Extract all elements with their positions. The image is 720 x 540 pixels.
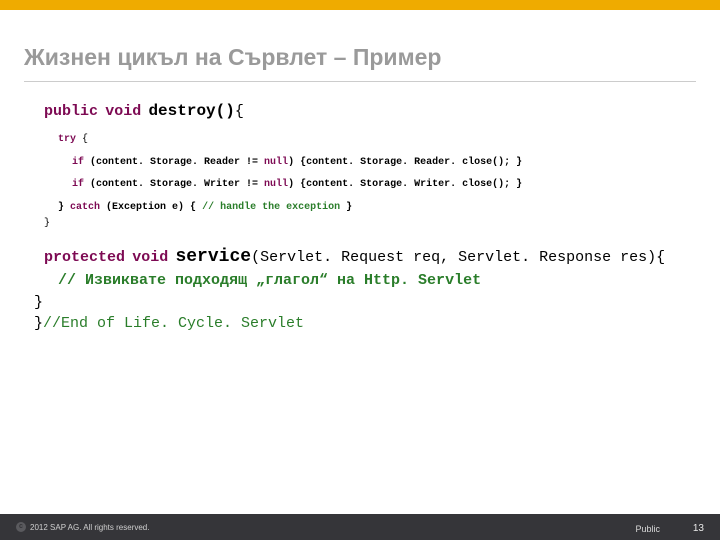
code-line: }//End of Life. Cycle. Servlet — [24, 313, 696, 335]
brace: { — [76, 134, 88, 145]
cond: (content. Storage. Reader != — [84, 157, 264, 168]
code-line: if (content. Storage. Writer != null) {c… — [24, 178, 696, 193]
accent-bar — [0, 0, 720, 10]
copyright-text: 2012 SAP AG. All rights reserved. — [30, 523, 149, 532]
keyword-try: try — [58, 134, 76, 145]
keyword-null: null — [264, 157, 288, 168]
code-line: protected void service(Servlet. Request … — [24, 244, 696, 270]
brace: } — [44, 218, 50, 229]
copyright: c 2012 SAP AG. All rights reserved. — [0, 522, 149, 532]
code-line: } — [24, 292, 696, 314]
page-number: 13 — [693, 523, 704, 534]
args: (Exception e) { — [100, 202, 202, 213]
keyword-null: null — [264, 179, 288, 190]
cond: (content. Storage. Writer != — [84, 179, 264, 190]
comment: //End of Life. Cycle. Servlet — [43, 315, 304, 332]
brace: } — [34, 315, 43, 332]
code-line: // Извиквате подходящ „глагол“ на Http. … — [24, 270, 696, 292]
code-line: public void destroy(){ — [24, 100, 696, 123]
code-block: public void destroy(){ try { if (content… — [24, 100, 696, 335]
brace: } — [34, 294, 43, 311]
footer-bar: c 2012 SAP AG. All rights reserved. Publ… — [0, 514, 720, 540]
keyword-if: if — [72, 179, 84, 190]
method-name: service — [175, 247, 251, 267]
code-line: } catch (Exception e) { // handle the ex… — [24, 201, 696, 216]
keyword-protected: protected — [44, 249, 125, 266]
comment: // Извиквате подходящ „глагол“ на Http. … — [58, 272, 481, 289]
code-line: try { — [24, 133, 696, 148]
stmt: ) {content. Storage. Reader. close(); } — [288, 157, 522, 168]
brace: { — [235, 103, 244, 120]
keyword-if: if — [72, 157, 84, 168]
stmt: ) {content. Storage. Writer. close(); } — [288, 179, 522, 190]
keyword-void: void — [105, 103, 141, 120]
copyright-icon: c — [16, 522, 26, 532]
keyword-catch: catch — [70, 202, 100, 213]
method-name: destroy() — [148, 102, 234, 120]
args: (Servlet. Request req, Servlet. Response… — [251, 249, 665, 266]
divider — [24, 81, 696, 82]
page-title: Жизнен цикъл на Сървлет – Пример — [24, 44, 696, 71]
brace: } — [340, 202, 352, 213]
brace: } — [58, 202, 70, 213]
comment: // handle the exception — [202, 202, 340, 213]
keyword-void: void — [132, 249, 168, 266]
code-line: if (content. Storage. Reader != null) {c… — [24, 156, 696, 171]
code-line: } — [24, 217, 696, 232]
keyword-public: public — [44, 103, 98, 120]
slide-body: Жизнен цикъл на Сървлет – Пример public … — [0, 10, 720, 335]
classification-label: Public — [635, 524, 660, 534]
